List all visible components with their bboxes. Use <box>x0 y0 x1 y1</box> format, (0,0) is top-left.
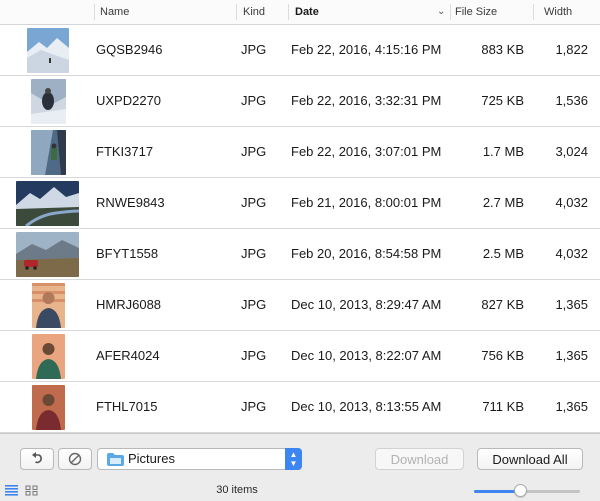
rotate-button[interactable] <box>20 448 54 470</box>
rotate-left-icon <box>32 452 42 464</box>
thumbnail-car-landscape <box>16 232 79 277</box>
table-row[interactable]: HMRJ6088 JPG Dec 10, 2013, 8:29:47 AM 82… <box>0 280 600 331</box>
file-name: UXPD2270 <box>96 93 162 108</box>
column-separator <box>288 4 289 20</box>
file-kind: JPG <box>241 93 267 108</box>
file-size: 725 KB <box>481 93 524 108</box>
thumbnail-portrait-man <box>32 283 65 328</box>
column-header-name[interactable]: Name <box>100 0 129 24</box>
column-separator <box>94 4 95 20</box>
file-kind: JPG <box>241 399 267 414</box>
file-list: GQSB2946 JPG Feb 22, 2016, 4:15:16 PM 88… <box>0 25 600 433</box>
folder-icon <box>107 453 124 466</box>
file-date: Dec 10, 2013, 8:22:07 AM <box>291 348 442 363</box>
sort-descending-icon: ⌄ <box>437 6 446 17</box>
column-header-bar: Name Kind Date ⌄ File Size Width <box>0 0 600 25</box>
download-button[interactable]: Download <box>375 448 464 470</box>
column-separator <box>533 4 534 20</box>
table-row[interactable]: GQSB2946 JPG Feb 22, 2016, 4:15:16 PM 88… <box>0 25 600 76</box>
file-width: 1,365 <box>555 348 588 363</box>
file-width: 4,032 <box>555 195 588 210</box>
table-row[interactable]: UXPD2270 JPG Feb 22, 2016, 3:32:31 PM 72… <box>0 76 600 127</box>
popup-chevrons-icon: ▲ ▼ <box>285 448 302 470</box>
file-size: 711 KB <box>482 399 524 414</box>
file-width: 1,536 <box>555 93 588 108</box>
file-size: 756 KB <box>481 348 524 363</box>
column-header-date[interactable]: Date <box>295 0 319 24</box>
file-date: Feb 22, 2016, 3:32:31 PM <box>291 93 442 108</box>
file-date: Dec 10, 2013, 8:29:47 AM <box>291 297 442 312</box>
file-date: Feb 22, 2016, 4:15:16 PM <box>291 42 442 57</box>
slider-knob[interactable] <box>514 484 527 497</box>
file-kind: JPG <box>241 144 267 159</box>
table-row[interactable]: RNWE9843 JPG Feb 21, 2016, 8:00:01 PM 2.… <box>0 178 600 229</box>
file-name: RNWE9843 <box>96 195 165 210</box>
file-name: HMRJ6088 <box>96 297 162 312</box>
no-entry-icon <box>68 452 82 466</box>
item-count: 30 items <box>216 484 258 496</box>
file-kind: JPG <box>241 297 267 312</box>
file-name: AFER4024 <box>96 348 160 363</box>
file-date: Dec 10, 2013, 8:13:55 AM <box>291 399 442 414</box>
file-name: FTKI3717 <box>96 144 154 159</box>
file-date: Feb 20, 2016, 8:54:58 PM <box>291 246 442 261</box>
file-date: Feb 21, 2016, 8:00:01 PM <box>291 195 442 210</box>
thumbnail-portrait-man <box>32 385 65 430</box>
thumbnail-ice-climber <box>31 79 66 124</box>
status-bar: 30 items <box>0 481 600 501</box>
file-width: 4,032 <box>555 246 588 261</box>
thumbnail-snow-mountain <box>27 28 69 73</box>
file-kind: JPG <box>241 195 267 210</box>
file-name: BFYT1558 <box>96 246 159 261</box>
file-kind: JPG <box>241 246 267 261</box>
file-size: 827 KB <box>481 297 524 312</box>
file-name: FTHL7015 <box>96 399 158 414</box>
file-kind: JPG <box>241 348 267 363</box>
file-size: 883 KB <box>481 42 524 57</box>
column-header-kind[interactable]: Kind <box>243 0 265 24</box>
file-name: GQSB2946 <box>96 42 163 57</box>
file-width: 1,822 <box>555 42 588 57</box>
file-kind: JPG <box>241 42 267 57</box>
thumbnail-portrait-man <box>32 334 65 379</box>
file-width: 1,365 <box>555 297 588 312</box>
file-size: 2.7 MB <box>482 195 524 210</box>
thumbnail-size-slider[interactable] <box>474 490 580 493</box>
file-size: 2.5 MB <box>482 246 524 261</box>
file-date: Feb 22, 2016, 3:07:01 PM <box>291 144 442 159</box>
footer-bar: Pictures ▲ ▼ Download Download All 30 ite… <box>0 433 600 501</box>
table-row[interactable]: AFER4024 JPG Dec 10, 2013, 8:22:07 AM 75… <box>0 331 600 382</box>
delete-button[interactable] <box>58 448 92 470</box>
file-size: 1.7 MB <box>482 144 524 159</box>
table-row[interactable]: FTHL7015 JPG Dec 10, 2013, 8:13:55 AM 71… <box>0 382 600 433</box>
location-label: Pictures <box>128 451 175 466</box>
file-width: 3,024 <box>555 144 588 159</box>
file-width: 1,365 <box>555 399 588 414</box>
table-row[interactable]: BFYT1558 JPG Feb 20, 2016, 8:54:58 PM 2.… <box>0 229 600 280</box>
location-popup[interactable]: Pictures ▲ ▼ <box>97 448 302 470</box>
column-header-file-size[interactable]: File Size <box>455 0 497 24</box>
table-row[interactable]: FTKI3717 JPG Feb 22, 2016, 3:07:01 PM 1.… <box>0 127 600 178</box>
download-all-button[interactable]: Download All <box>477 448 583 470</box>
thumbnail-glacier-person <box>31 130 66 175</box>
column-separator <box>450 4 451 20</box>
column-separator <box>236 4 237 20</box>
thumbnail-mountain-lake <box>16 181 79 226</box>
column-header-width[interactable]: Width <box>544 0 572 24</box>
